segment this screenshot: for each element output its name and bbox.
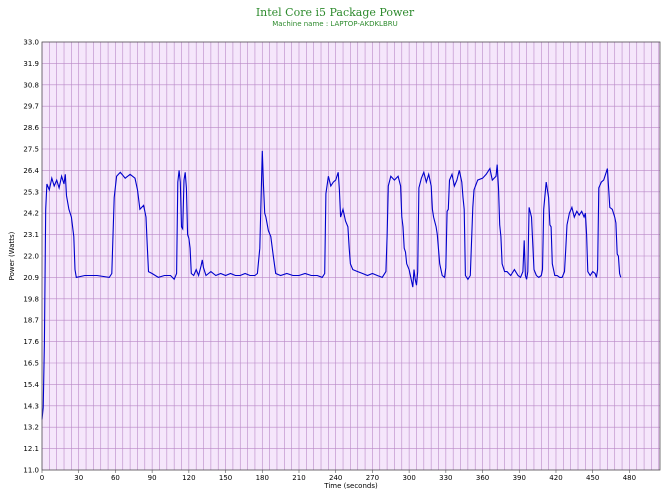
y-tick-label: 17.6 (23, 338, 39, 346)
x-tick-label: 60 (111, 474, 120, 482)
x-tick-label: 180 (256, 474, 269, 482)
y-tick-label: 30.8 (23, 81, 39, 89)
y-tick-label: 18.7 (23, 317, 39, 325)
x-tick-label: 210 (292, 474, 305, 482)
y-tick-label: 11.0 (23, 467, 39, 475)
y-tick-label: 22.0 (23, 253, 39, 261)
y-tick-label: 33.0 (23, 39, 39, 47)
y-tick-label: 19.8 (23, 295, 39, 303)
y-tick-label: 29.7 (23, 103, 39, 111)
y-tick-label: 26.4 (23, 167, 39, 175)
y-tick-label: 13.2 (23, 424, 39, 432)
x-tick-label: 330 (439, 474, 452, 482)
x-tick-label: 30 (74, 474, 83, 482)
x-tick-label: 300 (402, 474, 415, 482)
x-tick-label: 360 (476, 474, 489, 482)
x-tick-label: 120 (182, 474, 195, 482)
x-tick-label: 450 (586, 474, 599, 482)
x-tick-label: 240 (329, 474, 342, 482)
y-tick-label: 14.3 (23, 402, 39, 410)
x-tick-label: 270 (366, 474, 379, 482)
power-chart: 11.0 12.1 13.2 14.3 15.4 16.5 17.6 18.7 19.8 20.9… (8, 39, 661, 490)
y-tick-label: 24.2 (23, 210, 39, 218)
y-tick-label: 25.3 (23, 188, 39, 196)
grid-lines (41, 41, 660, 471)
x-tick-label: 0 (40, 474, 44, 482)
y-tick-label: 31.9 (23, 60, 39, 68)
y-tick-label: 28.6 (23, 124, 39, 132)
x-tick-label: 150 (219, 474, 232, 482)
x-tick-label: 480 (623, 474, 636, 482)
y-tick-label: 12.1 (23, 445, 39, 453)
x-tick-label: 390 (513, 474, 526, 482)
y-tick-label: 20.9 (23, 274, 39, 282)
y-tick-label: 15.4 (23, 381, 39, 389)
y-axis-ticks: 11.0 12.1 13.2 14.3 15.4 16.5 17.6 18.7 19.8 20.9… (23, 39, 39, 475)
x-axis-ticks: 0 30 60 90 120 150 180 210 240 270 300 330 360 390 420… (40, 470, 636, 482)
x-tick-label: 420 (549, 474, 562, 482)
y-tick-label: 27.5 (23, 146, 39, 154)
y-tick-label: 16.5 (23, 360, 39, 368)
x-tick-label: 90 (148, 474, 157, 482)
y-tick-label: 23.1 (23, 231, 39, 239)
y-axis-title: Power (Watts) (8, 231, 16, 280)
x-axis-title: Time (seconds) (323, 482, 378, 490)
